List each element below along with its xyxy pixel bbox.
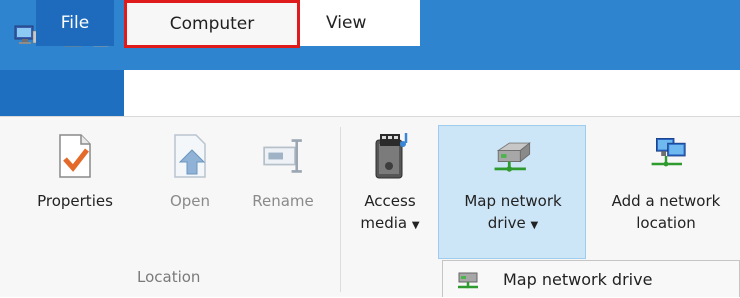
map-network-drive-label: Map network drive ▼ bbox=[464, 190, 561, 237]
access-media-button[interactable]: Access media ▼ bbox=[352, 132, 428, 237]
group-divider bbox=[340, 127, 341, 292]
map-network-drive-icon bbox=[453, 264, 485, 296]
tab-computer[interactable]: Computer bbox=[124, 0, 300, 48]
access-media-label: Access media ▼ bbox=[360, 190, 419, 237]
open-label: Open bbox=[169, 192, 211, 210]
add-network-location-button[interactable]: Add a network location bbox=[592, 132, 740, 234]
rename-icon bbox=[259, 132, 307, 180]
add-network-location-label-line1: Add a network bbox=[611, 192, 721, 210]
map-network-drive-menu: Map network drive bbox=[442, 260, 740, 297]
add-network-location-label-line2: location bbox=[636, 214, 696, 232]
map-network-drive-button[interactable]: Map network drive ▼ bbox=[440, 132, 586, 237]
access-media-icon bbox=[366, 132, 414, 180]
open-button[interactable]: Open bbox=[162, 132, 218, 212]
tab-strip bbox=[300, 70, 740, 116]
rename-label: Rename bbox=[252, 192, 314, 210]
location-group-label: Location bbox=[137, 268, 201, 286]
add-network-location-icon bbox=[642, 132, 690, 180]
rename-button[interactable]: Rename bbox=[242, 132, 324, 212]
map-network-drive-label-line2: drive bbox=[487, 214, 526, 232]
menu-item-label: Map network drive bbox=[503, 270, 653, 289]
access-media-label-line2: media bbox=[360, 214, 408, 232]
menu-item-map-network-drive[interactable]: Map network drive bbox=[443, 261, 740, 298]
properties-label: Properties bbox=[37, 192, 113, 210]
map-network-drive-icon bbox=[489, 132, 537, 180]
access-media-label-line1: Access bbox=[364, 192, 416, 210]
open-icon bbox=[166, 132, 214, 180]
add-network-location-label: Add a network location bbox=[612, 190, 721, 234]
tab-file[interactable]: File bbox=[36, 0, 114, 46]
chevron-down-icon: ▼ bbox=[411, 220, 420, 231]
properties-button[interactable]: Properties bbox=[37, 132, 113, 212]
map-network-drive-label-line1: Map network bbox=[464, 192, 562, 210]
chevron-down-icon: ▼ bbox=[530, 220, 539, 231]
properties-icon bbox=[51, 132, 99, 180]
tab-strip-left bbox=[0, 70, 124, 116]
tab-view[interactable]: View bbox=[300, 0, 420, 46]
